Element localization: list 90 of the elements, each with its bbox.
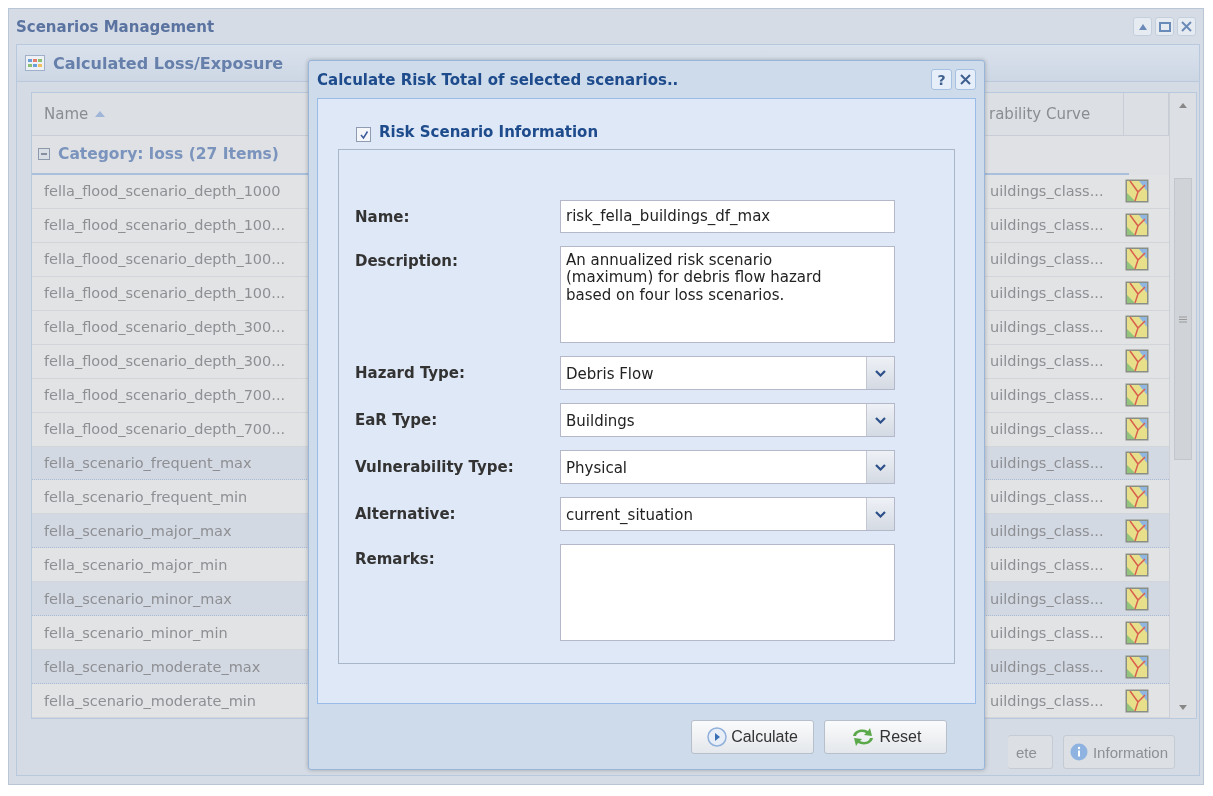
play-icon bbox=[707, 726, 728, 747]
fieldset-legend: Risk Scenario Information bbox=[379, 122, 599, 141]
dropdown-field[interactable]: Buildings bbox=[560, 403, 895, 437]
table-cell-text: fella_flood_scenario_depth_100... bbox=[43, 285, 287, 302]
table-cell-text: fella_scenario_moderate_min bbox=[43, 692, 258, 709]
table-cell-text: uildings_class... bbox=[990, 387, 1105, 404]
chevron-down-icon bbox=[875, 369, 886, 377]
table-cell-text: fella_scenario_major_min bbox=[43, 556, 229, 573]
reset-button[interactable]: Reset bbox=[824, 719, 947, 754]
map-icon[interactable] bbox=[1125, 688, 1149, 713]
table-cell-text: fella_scenario_frequent_max bbox=[43, 454, 253, 471]
field-label: Vulnerability Type: bbox=[355, 458, 515, 476]
table-cell-text: uildings_class... bbox=[990, 658, 1105, 675]
dropdown-field[interactable]: Physical bbox=[560, 450, 895, 484]
map-icon[interactable] bbox=[1125, 383, 1149, 408]
table-cell-text: fella_scenario_major_max bbox=[43, 522, 233, 539]
map-icon[interactable] bbox=[1125, 315, 1149, 340]
grid-icon bbox=[25, 55, 45, 71]
text-field[interactable]: risk_fella_buildings_df_max bbox=[560, 200, 895, 233]
table-cell-text: uildings_class... bbox=[990, 522, 1105, 539]
checkmark-icon bbox=[358, 129, 369, 140]
triangle-up-icon bbox=[1137, 22, 1148, 31]
map-icon[interactable] bbox=[1125, 417, 1149, 441]
text-area[interactable]: An annualized risk scenario (maximum) for debris flow hazard based on four loss scenarios. bbox=[560, 246, 895, 343]
table-cell-text: uildings_class... bbox=[990, 421, 1105, 437]
table-cell-text: uildings_class... bbox=[990, 692, 1105, 709]
calculate-button[interactable]: Calculate bbox=[691, 719, 814, 754]
table-cell-text: uildings_class... bbox=[990, 590, 1105, 607]
table-cell-text: fella_flood_scenario_depth_100... bbox=[43, 251, 287, 268]
map-icon[interactable] bbox=[1125, 349, 1149, 374]
help-button[interactable]: ? bbox=[931, 69, 952, 90]
panel-title: Calculated Loss/Exposure bbox=[53, 53, 284, 73]
map-icon[interactable] bbox=[1125, 552, 1149, 577]
table-cell-text: uildings_class... bbox=[990, 556, 1105, 573]
map-icon[interactable] bbox=[1125, 484, 1149, 509]
map-icon[interactable] bbox=[1125, 247, 1149, 272]
map-icon[interactable] bbox=[1125, 213, 1149, 238]
table-cell-text: fella_scenario_minor_max bbox=[43, 590, 233, 607]
chevron-down-icon bbox=[875, 510, 886, 518]
field-label: Hazard Type: bbox=[355, 364, 467, 382]
chevron-down-icon bbox=[875, 463, 886, 471]
scroll-up-icon[interactable] bbox=[1179, 103, 1187, 108]
field-label: Remarks: bbox=[355, 549, 436, 568]
field-label: Name: bbox=[355, 207, 411, 226]
table-cell-text: uildings_class... bbox=[990, 454, 1105, 471]
close-button[interactable] bbox=[955, 69, 976, 90]
table-cell-text: fella_flood_scenario_depth_100... bbox=[43, 217, 287, 234]
table-cell-text: uildings_class... bbox=[990, 488, 1105, 505]
grip-icon bbox=[1179, 315, 1187, 323]
dropdown-field[interactable]: current_situation bbox=[560, 497, 895, 531]
table-cell-text: fella_flood_scenario_depth_700... bbox=[43, 387, 287, 404]
field-label: Alternative: bbox=[355, 505, 457, 523]
table-cell-text: fella_flood_scenario_depth_300... bbox=[43, 319, 287, 336]
table-cell-text: fella_scenario_frequent_min bbox=[43, 488, 249, 505]
table-cell-text: uildings_class... bbox=[990, 251, 1105, 268]
text-area[interactable] bbox=[560, 544, 895, 641]
info-icon bbox=[1069, 743, 1088, 761]
table-cell-text: fella_flood_scenario_depth_300... bbox=[43, 353, 287, 370]
window-title: Scenarios Management bbox=[16, 17, 215, 36]
table-cell-text: fella_scenario_moderate_max bbox=[43, 658, 262, 675]
table-cell-text: uildings_class... bbox=[990, 285, 1105, 302]
map-icon[interactable] bbox=[1125, 654, 1149, 679]
table-cell-text: fella_flood_scenario_depth_700... bbox=[43, 421, 287, 437]
map-icon[interactable] bbox=[1125, 450, 1149, 475]
collapse-button[interactable] bbox=[1133, 17, 1152, 36]
close-icon bbox=[1181, 21, 1192, 32]
dialog-title: Calculate Risk Total of selected scenarios.. bbox=[317, 70, 680, 89]
field-label: Description: bbox=[355, 251, 459, 270]
maximize-button[interactable] bbox=[1155, 17, 1174, 36]
map-icon[interactable] bbox=[1125, 281, 1149, 306]
table-cell-text: uildings_class... bbox=[990, 353, 1105, 370]
table-cell-text: uildings_class... bbox=[990, 183, 1105, 200]
minus-icon bbox=[38, 148, 50, 161]
table-cell-text: uildings_class... bbox=[990, 624, 1105, 641]
close-button[interactable] bbox=[1177, 17, 1196, 36]
chevron-down-icon bbox=[875, 416, 886, 424]
field-label: EaR Type: bbox=[355, 411, 439, 429]
dropdown-field[interactable]: Debris Flow bbox=[560, 356, 895, 390]
table-cell-text: fella_scenario_minor_min bbox=[43, 624, 229, 641]
scroll-down-icon[interactable] bbox=[1179, 705, 1187, 710]
table-cell-text: uildings_class... bbox=[990, 217, 1105, 234]
table-cell-text: uildings_class... bbox=[990, 319, 1105, 336]
map-icon[interactable] bbox=[1125, 620, 1149, 645]
map-icon[interactable] bbox=[1125, 586, 1149, 611]
checkbox[interactable] bbox=[356, 127, 371, 142]
map-icon[interactable] bbox=[1125, 179, 1149, 204]
close-icon bbox=[960, 74, 971, 85]
map-icon[interactable] bbox=[1125, 518, 1149, 543]
maximize-icon bbox=[1158, 21, 1171, 32]
table-cell-text: fella_flood_scenario_depth_1000 bbox=[43, 183, 282, 200]
